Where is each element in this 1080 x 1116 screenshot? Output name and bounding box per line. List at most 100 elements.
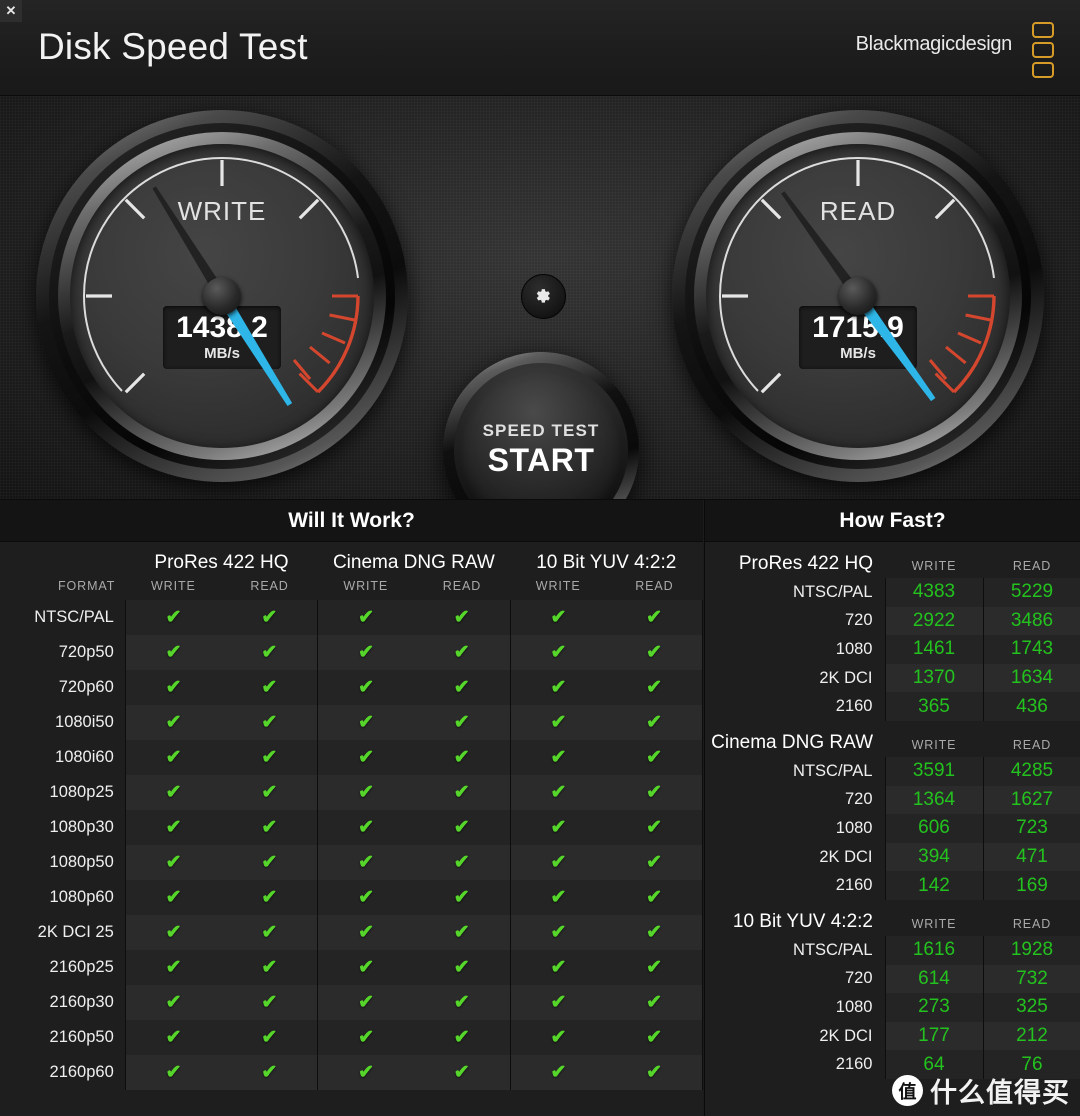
check-icon: ✔ xyxy=(550,1061,567,1083)
compat-cell: ✔ xyxy=(509,740,607,775)
codec-group-name: Cinema DNG RAW xyxy=(705,720,885,757)
read-speed-value: 1928 xyxy=(982,935,1080,965)
gauge-face: WRITE 1438.2 MB/s xyxy=(70,144,374,448)
check-icon: ✔ xyxy=(550,676,567,698)
compat-cell: ✔ xyxy=(124,810,222,845)
check-icon: ✔ xyxy=(646,1026,663,1048)
gear-icon xyxy=(536,289,550,303)
format-label: 1080p60 xyxy=(0,880,126,915)
col-write-header: WRITE xyxy=(885,899,983,936)
table-row: 2160p25 ✔ ✔ ✔ ✔ ✔ ✔ xyxy=(0,950,704,985)
write-speed-value: 1616 xyxy=(884,935,983,965)
compat-cell: ✔ xyxy=(606,600,704,635)
check-icon: ✔ xyxy=(358,641,374,663)
check-icon: ✔ xyxy=(358,851,374,873)
compat-cell: ✔ xyxy=(317,775,414,810)
read-speed-value: 169 xyxy=(982,871,1080,900)
compat-cell: ✔ xyxy=(317,950,414,985)
table-row: NTSC/PAL 3591 4285 xyxy=(705,756,1080,786)
how-fast-group-header: Cinema DNG RAW WRITE READ xyxy=(705,720,1080,757)
check-icon: ✔ xyxy=(261,921,278,943)
check-icon: ✔ xyxy=(358,816,374,838)
compat-cell: ✔ xyxy=(221,845,318,880)
check-icon: ✔ xyxy=(550,781,567,803)
check-icon: ✔ xyxy=(550,641,567,663)
read-speed-value: 1627 xyxy=(982,785,1080,815)
compat-cell: ✔ xyxy=(509,845,607,880)
check-icon: ✔ xyxy=(261,641,278,663)
compat-cell: ✔ xyxy=(606,635,704,670)
compat-cell: ✔ xyxy=(317,880,414,915)
watermark-text: 什么值得买 xyxy=(930,1078,1070,1108)
compat-cell: ✔ xyxy=(221,705,318,740)
watermark-badge-icon: 值 xyxy=(892,1075,923,1106)
col-yuv-read: READ xyxy=(606,576,703,600)
check-icon: ✔ xyxy=(261,676,278,698)
table-row: 1080p60 ✔ ✔ ✔ ✔ ✔ ✔ xyxy=(0,880,704,915)
compat-cell: ✔ xyxy=(317,600,414,635)
format-label: NTSC/PAL xyxy=(0,600,126,635)
format-label: 2160p25 xyxy=(0,950,126,985)
check-icon: ✔ xyxy=(550,851,567,873)
compat-cell: ✔ xyxy=(413,915,511,950)
check-icon: ✔ xyxy=(358,711,374,733)
format-label: 2K DCI 25 xyxy=(0,915,126,950)
compat-cell: ✔ xyxy=(606,775,704,810)
check-icon: ✔ xyxy=(261,1026,278,1048)
check-icon: ✔ xyxy=(165,816,182,838)
read-speed-value: 4285 xyxy=(982,756,1080,786)
table-row: 2K DCI 25 ✔ ✔ ✔ ✔ ✔ ✔ xyxy=(0,915,704,950)
read-speed-value: 723 xyxy=(982,814,1080,843)
format-label: 720p50 xyxy=(0,635,126,670)
table-row: NTSC/PAL 1616 1928 xyxy=(705,935,1080,965)
compat-cell: ✔ xyxy=(413,740,511,775)
check-icon: ✔ xyxy=(165,851,182,873)
check-icon: ✔ xyxy=(646,781,663,803)
start-button-sublabel: SPEED TEST xyxy=(482,421,600,440)
will-it-work-panel: Will It Work? ProRes 422 HQ Cinema DNG R… xyxy=(0,500,704,1116)
check-icon: ✔ xyxy=(646,851,663,873)
how-fast-table: ProRes 422 HQ WRITE READ NTSC/PAL 4383 5229 72… xyxy=(705,542,1080,721)
check-icon: ✔ xyxy=(261,851,278,873)
write-speed-value: 365 xyxy=(884,692,983,721)
check-icon: ✔ xyxy=(646,676,663,698)
check-icon: ✔ xyxy=(646,641,663,663)
table-row: 2K DCI 177 212 xyxy=(705,1021,1080,1051)
compat-cell: ✔ xyxy=(124,1055,222,1090)
compat-cell: ✔ xyxy=(124,705,222,740)
table-row: 1080i60 ✔ ✔ ✔ ✔ ✔ ✔ xyxy=(0,740,704,775)
write-speed-value: 4383 xyxy=(884,578,983,607)
check-icon: ✔ xyxy=(646,991,663,1013)
col-read-header: READ xyxy=(983,720,1080,757)
resolution-label: 2160 xyxy=(705,692,885,721)
settings-button[interactable] xyxy=(521,274,566,319)
check-icon: ✔ xyxy=(550,606,567,628)
check-icon: ✔ xyxy=(358,746,374,768)
check-icon: ✔ xyxy=(358,1061,374,1083)
write-speed-value: 142 xyxy=(884,871,983,900)
write-speed-value: 1461 xyxy=(884,635,983,664)
write-speed-value: 3591 xyxy=(884,756,983,786)
compat-cell: ✔ xyxy=(317,845,414,880)
check-icon: ✔ xyxy=(453,921,470,943)
codec-group-prores: ProRes 422 HQ xyxy=(125,542,318,576)
write-speed-value: 177 xyxy=(884,1021,983,1051)
format-label: 1080p25 xyxy=(0,775,126,810)
how-fast-group-header: 10 Bit YUV 4:2:2 WRITE READ xyxy=(705,899,1080,936)
compat-cell: ✔ xyxy=(413,1020,511,1055)
compat-cell: ✔ xyxy=(606,740,704,775)
codec-group-name: ProRes 422 HQ xyxy=(705,542,885,578)
speed-test-start-button[interactable]: SPEED TEST START xyxy=(443,352,639,499)
check-icon: ✔ xyxy=(550,956,567,978)
compat-cell: ✔ xyxy=(221,600,318,635)
close-icon[interactable]: ✕ xyxy=(0,0,22,22)
how-fast-table: 10 Bit YUV 4:2:2 WRITE READ NTSC/PAL 1616 192… xyxy=(705,899,1080,1079)
check-icon: ✔ xyxy=(165,956,182,978)
results-panels: Will It Work? ProRes 422 HQ Cinema DNG R… xyxy=(0,500,1080,1116)
format-label: 1080i60 xyxy=(0,740,126,775)
table-row: 720 1364 1627 xyxy=(705,785,1080,815)
check-icon: ✔ xyxy=(453,746,470,768)
watermark: 值 什么值得买 xyxy=(892,1071,1070,1110)
compat-cell: ✔ xyxy=(317,670,414,705)
compat-cell: ✔ xyxy=(606,880,704,915)
